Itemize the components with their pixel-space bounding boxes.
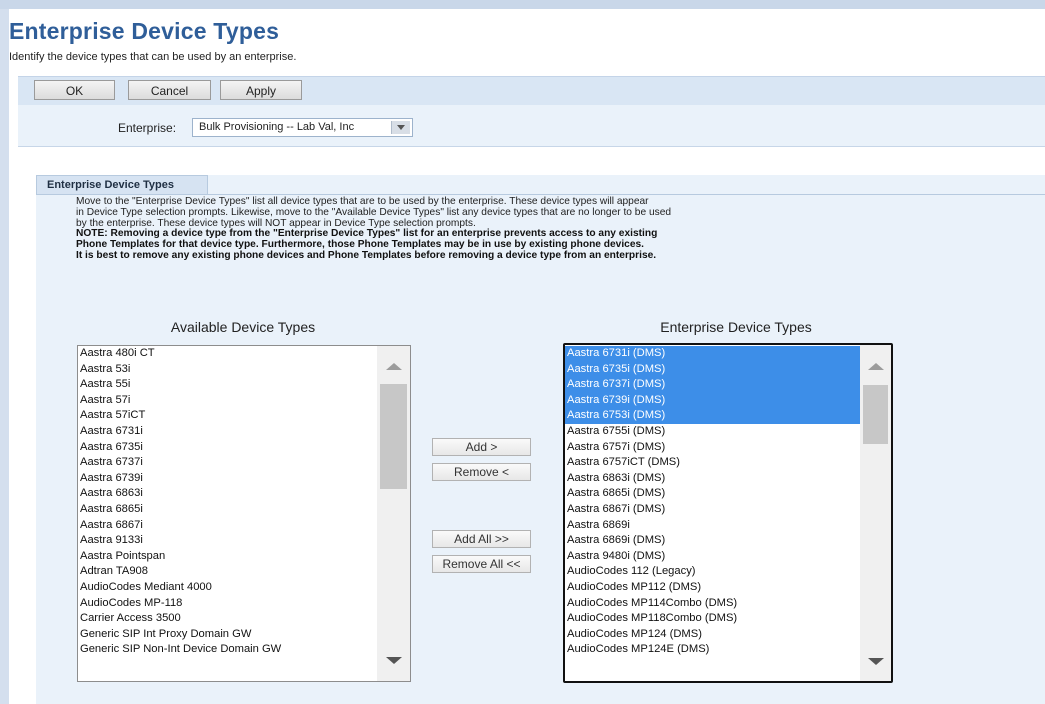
enterprise-list-item[interactable]: Aastra 6753i (DMS) bbox=[565, 408, 891, 424]
available-list-item[interactable]: Aastra 480i CT bbox=[78, 346, 410, 362]
enterprise-list-item[interactable]: Aastra 6757iCT (DMS) bbox=[565, 455, 891, 471]
remove-button[interactable]: Remove < bbox=[432, 463, 531, 481]
section-divider bbox=[36, 194, 1045, 195]
available-list-item[interactable]: AudioCodes MP-118 bbox=[78, 596, 410, 612]
add-button[interactable]: Add > bbox=[432, 438, 531, 456]
add-all-button[interactable]: Add All >> bbox=[432, 530, 531, 548]
available-list-item[interactable]: Aastra 9133i bbox=[78, 533, 410, 549]
available-list-item[interactable]: Aastra 53i bbox=[78, 362, 410, 378]
available-scrollbar[interactable] bbox=[377, 346, 410, 681]
ok-button[interactable]: OK bbox=[34, 80, 115, 100]
scroll-down-arrow-icon[interactable] bbox=[386, 657, 402, 664]
available-list-item[interactable]: AudioCodes Mediant 4000 bbox=[78, 580, 410, 596]
enterprise-list-item[interactable]: AudioCodes MP118Combo (DMS) bbox=[565, 611, 891, 627]
available-list-item[interactable]: Carrier Access 3500 bbox=[78, 611, 410, 627]
available-list-item[interactable]: Aastra 57iCT bbox=[78, 408, 410, 424]
available-list-item[interactable]: Aastra 6865i bbox=[78, 502, 410, 518]
description-line: in Device Type selection prompts. Likewi… bbox=[76, 206, 672, 218]
enterprise-list-item[interactable]: AudioCodes 112 (Legacy) bbox=[565, 564, 891, 580]
enterprise-list-item[interactable]: AudioCodes MP124E (DMS) bbox=[565, 642, 891, 658]
enterprise-list-item[interactable]: Aastra 6869i (DMS) bbox=[565, 533, 891, 549]
section-description: Move to the "Enterprise Device Types" li… bbox=[76, 196, 836, 262]
enterprise-list-item[interactable]: Aastra 6757i (DMS) bbox=[565, 440, 891, 456]
enterprise-list-item[interactable]: Aastra 6863i (DMS) bbox=[565, 471, 891, 487]
available-list-title: Available Device Types bbox=[170, 319, 316, 335]
enterprise-list-item[interactable]: AudioCodes MP112 (DMS) bbox=[565, 580, 891, 596]
available-scroll-thumb[interactable] bbox=[380, 384, 407, 489]
available-list-item[interactable]: Aastra Pointspan bbox=[78, 549, 410, 565]
available-list-item[interactable]: Adtran TA908 bbox=[78, 564, 410, 580]
scroll-up-arrow-icon[interactable] bbox=[386, 363, 402, 370]
page-title: Enterprise Device Types bbox=[9, 18, 280, 44]
available-list-item[interactable]: Aastra 55i bbox=[78, 377, 410, 393]
enterprise-scrollbar[interactable] bbox=[860, 345, 891, 681]
available-list-item[interactable]: Aastra 6735i bbox=[78, 440, 410, 456]
enterprise-label: Enterprise: bbox=[118, 121, 177, 135]
available-list-item[interactable]: Aastra 6731i bbox=[78, 424, 410, 440]
enterprise-device-types-list[interactable]: Aastra 6731i (DMS) Aastra 6735i (DMS) Aast… bbox=[563, 343, 893, 683]
section-title: Enterprise Device Types bbox=[36, 175, 208, 194]
enterprise-scroll-thumb[interactable] bbox=[863, 385, 888, 444]
chevron-down-icon[interactable] bbox=[391, 121, 410, 134]
enterprise-list-item[interactable]: AudioCodes MP114Combo (DMS) bbox=[565, 596, 891, 612]
available-list-item[interactable]: Aastra 6863i bbox=[78, 486, 410, 502]
available-list-item[interactable]: Aastra 6739i bbox=[78, 471, 410, 487]
enterprise-list-item[interactable]: Aastra 6869i bbox=[565, 518, 891, 534]
enterprise-select-value: Bulk Provisioning -- Lab Val, Inc bbox=[199, 121, 355, 133]
enterprise-list-item[interactable]: Aastra 6731i (DMS) bbox=[565, 346, 891, 362]
enterprise-list-item[interactable]: Aastra 6755i (DMS) bbox=[565, 424, 891, 440]
remove-all-button[interactable]: Remove All << bbox=[432, 555, 531, 573]
available-list-item[interactable]: Generic SIP Non-Int Device Domain GW bbox=[78, 642, 410, 658]
enterprise-list-item[interactable]: Aastra 6867i (DMS) bbox=[565, 502, 891, 518]
top-frame-bar bbox=[0, 0, 1045, 9]
cancel-button[interactable]: Cancel bbox=[128, 80, 211, 100]
available-device-types-list[interactable]: Aastra 480i CT Aastra 53i Aastra 55i Aastra… bbox=[77, 345, 411, 682]
enterprise-list-item[interactable]: Aastra 6865i (DMS) bbox=[565, 486, 891, 502]
available-list-item[interactable]: Generic SIP Int Proxy Domain GW bbox=[78, 627, 410, 643]
enterprise-list-item[interactable]: Aastra 6735i (DMS) bbox=[565, 361, 891, 378]
enterprise-list-title: Enterprise Device Types bbox=[660, 319, 812, 335]
enterprise-items: Aastra 6731i (DMS) Aastra 6735i (DMS) Aast… bbox=[565, 345, 891, 658]
left-frame-border bbox=[0, 9, 9, 704]
enterprise-select[interactable]: Bulk Provisioning -- Lab Val, Inc bbox=[192, 118, 413, 137]
available-list-item[interactable]: Aastra 6867i bbox=[78, 518, 410, 534]
enterprise-list-item[interactable]: Aastra 6737i (DMS) bbox=[565, 377, 891, 393]
enterprise-list-item[interactable]: Aastra 9480i (DMS) bbox=[565, 549, 891, 565]
enterprise-list-item[interactable]: AudioCodes MP124 (DMS) bbox=[565, 627, 891, 643]
scroll-up-arrow-icon[interactable] bbox=[868, 363, 884, 370]
enterprise-list-item[interactable]: Aastra 6739i (DMS) bbox=[565, 392, 891, 409]
available-list-item[interactable]: Aastra 6737i bbox=[78, 455, 410, 471]
page-subtitle: Identify the device types that can be us… bbox=[9, 51, 297, 63]
apply-button[interactable]: Apply bbox=[220, 80, 302, 100]
scroll-down-arrow-icon[interactable] bbox=[868, 658, 884, 665]
available-list-item[interactable]: Aastra 57i bbox=[78, 393, 410, 409]
available-items: Aastra 480i CT Aastra 53i Aastra 55i Aastra… bbox=[78, 346, 410, 658]
warning-line: It is best to remove any existing phone … bbox=[76, 249, 657, 261]
